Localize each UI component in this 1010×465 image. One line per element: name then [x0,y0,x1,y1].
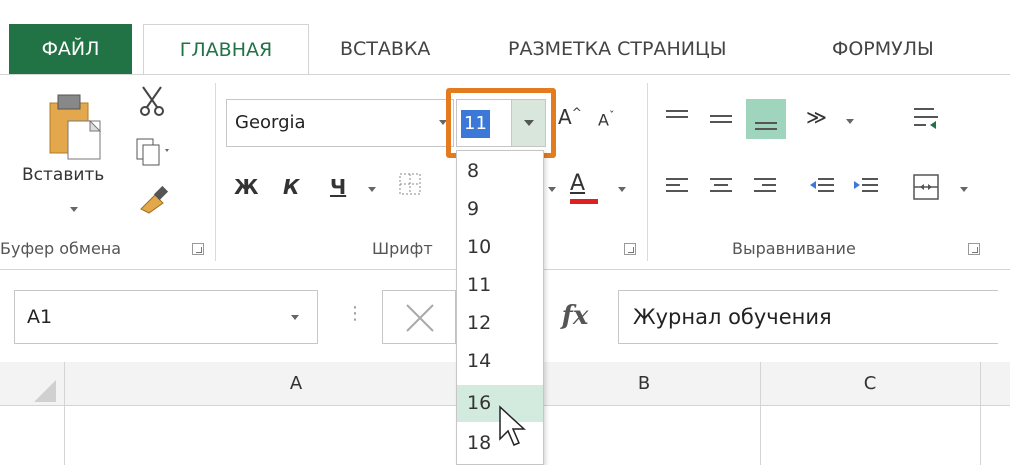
orientation-icon[interactable]: ≫ [806,105,827,129]
tab-formulas[interactable]: ФОРМУЛЫ [832,24,934,74]
font-launcher-icon[interactable] [624,243,636,255]
bold-button[interactable]: Ж [234,175,258,199]
formula-input[interactable]: Журнал обучения [618,290,998,344]
font-group-label: Шрифт [372,239,433,258]
tab-file[interactable]: ФАЙЛ [9,24,132,74]
font-color-button[interactable]: A [570,171,600,205]
select-all-icon[interactable] [0,362,64,406]
increase-font-icon[interactable]: A^ [558,105,582,129]
mouse-pointer-icon [499,405,526,446]
merge-dropdown-icon[interactable] [960,187,968,192]
underline-button[interactable]: Ч [330,175,346,199]
increase-indent-icon[interactable] [852,175,880,199]
align-bottom-button[interactable] [746,99,786,139]
ribbon-tabs: ФАЙЛ ГЛАВНАЯ ВСТАВКА РАЗМЕТКА СТРАНИЦЫ Ф… [0,0,1010,75]
close-icon [406,304,434,332]
formula-bar-dots-icon: ⋮ [346,303,364,324]
align-middle-icon[interactable] [708,107,734,131]
font-name-value: Georgia [235,112,306,133]
align-right-icon[interactable] [752,175,778,199]
paste-button[interactable] [20,85,120,225]
decrease-indent-icon[interactable] [808,175,836,199]
underline-dropdown-icon[interactable] [368,187,376,192]
font-size-option[interactable]: 9 [457,191,543,228]
name-box-dropdown-icon[interactable] [291,315,299,320]
font-size-option[interactable]: 14 [457,343,543,380]
clipboard-launcher-icon[interactable] [192,243,204,255]
tab-home[interactable]: ГЛАВНАЯ [143,24,309,75]
column-divider [980,362,981,465]
insert-function-button[interactable]: fx [548,294,602,338]
font-color-dropdown-icon[interactable] [618,187,626,192]
column-header-c[interactable]: C [760,362,980,406]
font-name-combobox[interactable]: Georgia [226,99,454,147]
paste-label: Вставить [22,165,105,185]
orientation-dropdown-icon[interactable] [846,119,854,124]
font-size-option[interactable]: 11 [457,267,543,304]
wrap-text-icon[interactable] [912,105,940,133]
align-top-icon[interactable] [664,107,690,131]
clipboard-paste-icon [49,94,102,160]
fx-icon: fx [561,301,589,331]
tab-insert[interactable]: ВСТАВКА [340,24,430,74]
alignment-group-label: Выравнивание [732,239,856,258]
align-center-icon[interactable] [708,175,734,199]
font-color-bar [570,199,598,204]
format-painter-icon[interactable] [137,185,171,215]
alignment-launcher-icon[interactable] [968,243,980,255]
font-size-option[interactable]: 10 [457,229,543,266]
clipboard-group-label: Буфер обмена [0,239,122,258]
cut-icon[interactable] [137,85,167,117]
cancel-entry-button[interactable] [382,290,456,344]
merge-center-icon[interactable] [912,173,940,201]
borders-icon[interactable] [398,172,422,196]
column-header-b[interactable]: B [528,362,760,406]
name-box-value: A1 [27,306,53,328]
font-size-highlight [446,88,556,158]
align-left-icon[interactable] [664,175,690,199]
align-bottom-icon [755,122,777,130]
font-color-icon: A [570,171,586,196]
name-box[interactable]: A1 [14,290,318,344]
tab-page-layout[interactable]: РАЗМЕТКА СТРАНИЦЫ [508,24,727,74]
decrease-font-icon[interactable]: Aˇ [598,109,614,129]
group-divider [647,83,648,261]
fill-color-dropdown-icon[interactable] [548,187,556,192]
paste-dropdown-icon[interactable] [70,207,78,212]
font-size-option[interactable]: 8 [457,153,543,190]
copy-icon[interactable] [135,137,171,167]
font-size-option[interactable]: 12 [457,305,543,342]
italic-button[interactable]: К [283,175,299,199]
group-divider [215,83,216,261]
